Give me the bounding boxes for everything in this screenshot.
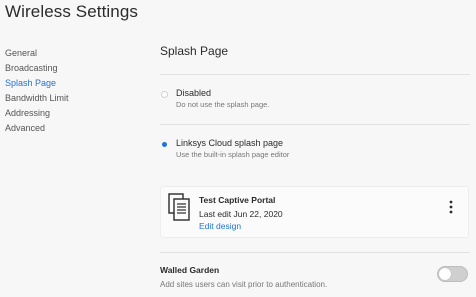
divider <box>160 124 470 125</box>
divider <box>160 252 470 253</box>
toggle-knob <box>439 268 451 280</box>
portal-name: Test Captive Portal <box>199 195 276 205</box>
divider <box>160 74 470 75</box>
sidebar-item-bandwidth-limit[interactable]: Bandwidth Limit <box>5 91 135 106</box>
kebab-menu-icon[interactable] <box>448 199 454 215</box>
edit-design-link[interactable]: Edit design <box>199 221 241 231</box>
radio-label-linksys-cloud: Linksys Cloud splash page <box>176 138 284 148</box>
section-title: Splash Page <box>160 44 229 58</box>
sidebar-item-splash-page[interactable]: Splash Page <box>5 76 135 91</box>
sidebar-item-general[interactable]: General <box>5 46 135 61</box>
radio-linksys-cloud[interactable] <box>161 141 168 148</box>
captive-portal-card: Test Captive Portal Last edit Jun 22, 20… <box>160 186 469 238</box>
walled-garden-description: Add sites users can visit prior to authe… <box>160 280 328 289</box>
sidebar-nav: General Broadcasting Splash Page Bandwid… <box>5 46 135 136</box>
walled-garden-title: Walled Garden <box>160 265 220 275</box>
radio-disabled[interactable] <box>161 91 168 98</box>
radio-description-disabled: Do not use the splash page. <box>176 100 270 109</box>
walled-garden-toggle[interactable] <box>437 266 468 282</box>
sidebar-item-advanced[interactable]: Advanced <box>5 121 135 136</box>
radio-label-disabled: Disabled <box>176 88 212 98</box>
portal-last-edit: Last edit Jun 22, 2020 <box>199 209 283 219</box>
document-stack-icon <box>168 193 190 221</box>
page-title: Wireless Settings <box>5 2 139 21</box>
sidebar-item-addressing[interactable]: Addressing <box>5 106 135 121</box>
sidebar-item-broadcasting[interactable]: Broadcasting <box>5 61 135 76</box>
radio-description-linksys-cloud: Use the built-in splash page editor <box>176 150 290 159</box>
